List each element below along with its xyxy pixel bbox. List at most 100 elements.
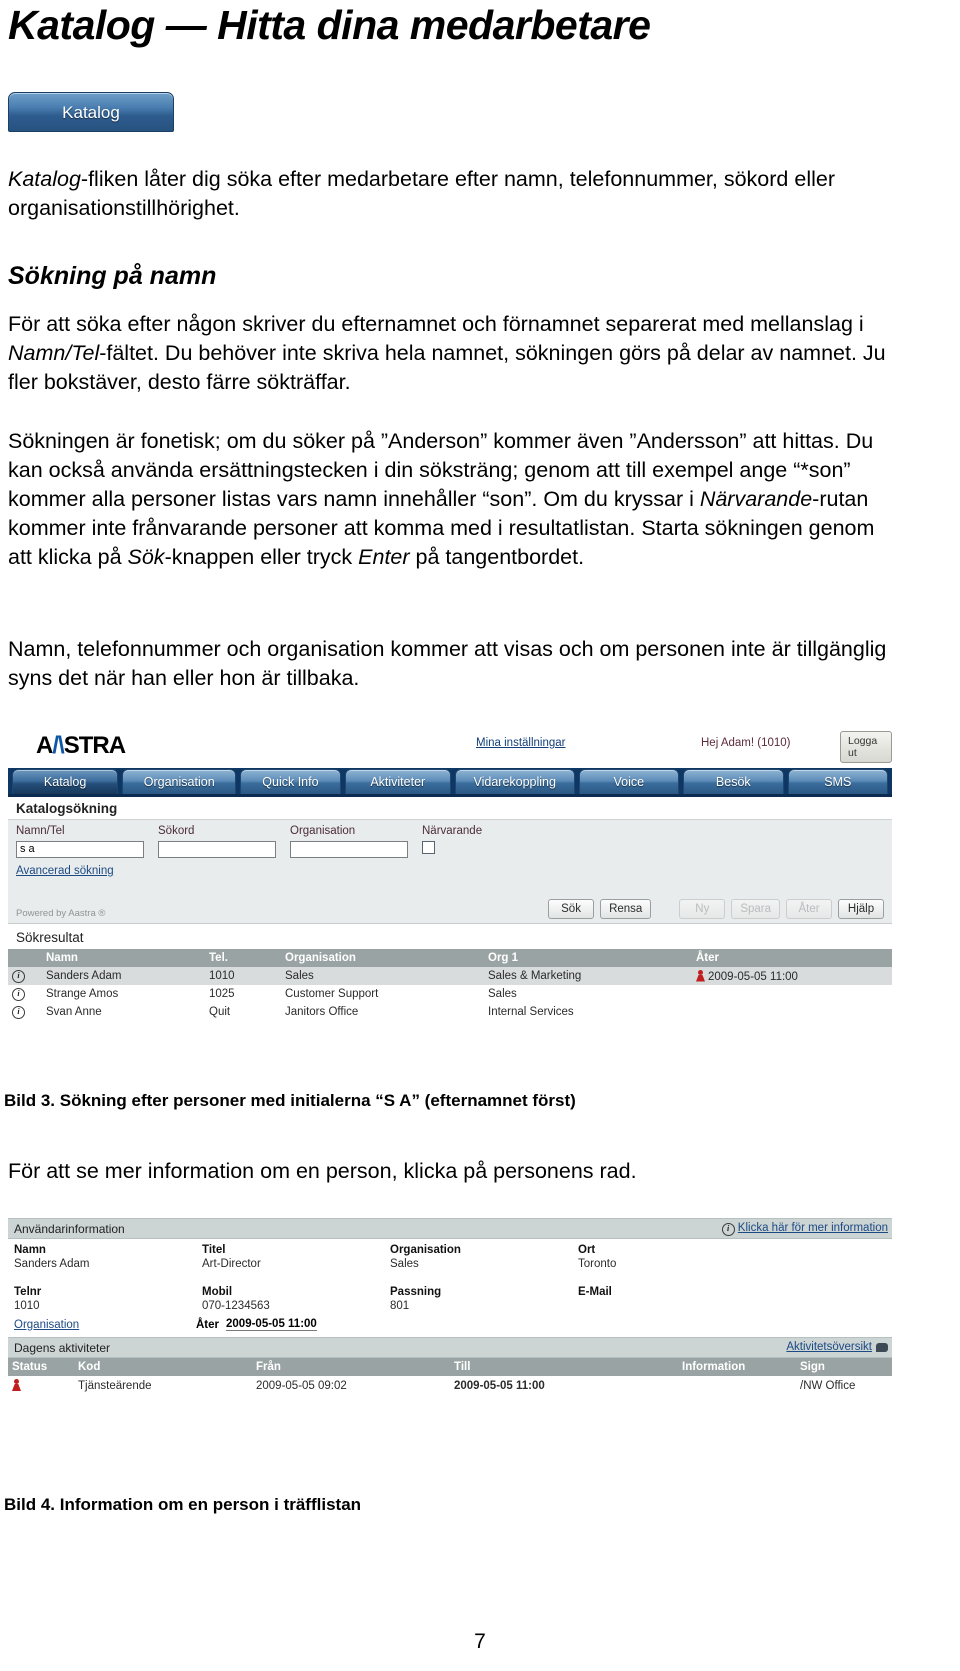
hjalp-button[interactable]: Hjälp [838, 899, 884, 919]
user-info-value-row-2: 1010 070-1234563 801 [8, 1299, 892, 1313]
screenshot-bild3: A/\STRA Mina inställningar Hej Adam! (10… [8, 724, 892, 1079]
label-ort: Ort [578, 1244, 596, 1256]
row-org1: Sales [488, 988, 517, 1000]
pawn-icon [696, 969, 705, 982]
tab-katalog[interactable]: Katalog [12, 769, 119, 794]
col-namn: Namn [42, 949, 205, 967]
row-info-icon-cell[interactable]: i [8, 985, 42, 1003]
search-input-sokord[interactable] [158, 840, 276, 858]
cell-kod: Tjänsteärende [78, 1379, 152, 1392]
table-row[interactable]: i Sanders Adam 1010 Sales Sales & Market… [8, 967, 892, 985]
field-narvarande: Närvarande [422, 825, 482, 859]
ater-value: 2009-05-05 11:00 [226, 1318, 317, 1331]
paragraph-name-search: För att söka efter någon skriver du efte… [8, 312, 886, 394]
table-row[interactable]: i Svan Anne Quit Janitors Office Interna… [8, 1003, 892, 1021]
tab-sms[interactable]: SMS [787, 769, 888, 794]
col-organisation: Organisation [281, 949, 484, 967]
activities-header-row: Status Kod Från Till Information Sign [8, 1358, 892, 1376]
tab-aktiviteter[interactable]: Aktiviteter [344, 769, 451, 794]
search-form-row: Namn/Tel Sökord Organisation Närvarande [16, 825, 884, 859]
table-header-row: Namn Tel. Organisation Org 1 Åter [8, 949, 892, 967]
organisation-ater-row: Organisation Åter 2009-05-05 11:00 [8, 1315, 892, 1337]
label-titel: Titel [202, 1244, 226, 1256]
sokresultat-title: Sökresultat [8, 924, 892, 949]
document-page: Katalog — Hitta dina medarbetare Katalog… [0, 0, 960, 1671]
info-icon[interactable]: i [12, 1006, 25, 1019]
row-organisation: Customer Support [285, 988, 379, 1000]
tab-vidarekoppling[interactable]: Vidarekoppling [454, 769, 575, 794]
sok-button[interactable]: Sök [548, 899, 595, 919]
more-info-area[interactable]: i Klicka här för mer information [721, 1222, 888, 1236]
field-namn-tel-label: Namn/Tel [16, 825, 65, 837]
section-heading-sokning-pa-namn: Sökning på namn [8, 262, 217, 290]
page-title: Katalog — Hitta dina medarbetare [8, 2, 651, 48]
tab-voice[interactable]: Voice [578, 769, 680, 794]
advanced-search-link[interactable]: Avancerad sökning [16, 865, 114, 877]
caption-bild4: Bild 4. Information om en person i träff… [4, 1495, 362, 1514]
cell-sign: /NW Office [800, 1379, 856, 1392]
screenshot-bild4: Användarinformation i Klicka här för mer… [8, 1218, 892, 1483]
tab-organisation[interactable]: Organisation [122, 769, 237, 794]
col-fran: Från [252, 1358, 450, 1376]
paragraph-phonetic-search: Sökningen är fonetisk; om du söker på ”A… [8, 429, 875, 569]
info-icon[interactable]: i [12, 988, 25, 1001]
ny-button[interactable]: Ny [679, 899, 726, 919]
ater-label: Åter [196, 1318, 220, 1331]
value-telnr: 1010 [14, 1300, 40, 1312]
logout-button[interactable]: Logga ut [840, 731, 892, 763]
row-org1: Sales & Marketing [484, 967, 692, 985]
activities-bar: Dagens aktiviteter Aktivitetsöversikt [8, 1337, 892, 1358]
tab-besok[interactable]: Besök [683, 769, 784, 794]
activity-overview-link[interactable]: Aktivitetsöversikt [786, 1341, 872, 1353]
row-org1: Internal Services [488, 1006, 574, 1018]
col-ater: Åter [692, 949, 892, 967]
user-info-bar-title: Användarinformation [14, 1222, 125, 1236]
more-info-link[interactable]: Klicka här för mer information [738, 1222, 888, 1234]
row-info-icon-cell[interactable]: i [8, 967, 42, 985]
user-info-value-row-1: Sanders Adam Art-Director Sales Toronto [8, 1257, 892, 1271]
page-number: 7 [474, 1630, 486, 1653]
paragraph-click-row: För att se mer information om en person,… [8, 1159, 637, 1183]
info-icon[interactable]: i [12, 970, 25, 983]
organisation-link[interactable]: Organisation [14, 1319, 196, 1331]
value-email [572, 1299, 760, 1313]
value-passning: 801 [390, 1300, 410, 1312]
label-email: E-Mail [578, 1286, 612, 1298]
ater-button[interactable]: Åter [786, 899, 832, 919]
cell-till: 2009-05-05 11:00 [454, 1379, 545, 1392]
search-results-table: Namn Tel. Organisation Org 1 Åter i Sand… [8, 949, 892, 1021]
row-info-icon-cell[interactable]: i [8, 1003, 42, 1021]
field-organisation-label: Organisation [290, 825, 356, 837]
field-narvarande-label: Närvarande [422, 825, 483, 837]
pawn-icon [12, 1379, 21, 1391]
cell-status [8, 1376, 74, 1395]
app-header: A/\STRA Mina inställningar Hej Adam! (10… [8, 724, 892, 768]
tab-quick-info[interactable]: Quick Info [240, 769, 341, 794]
col-till: Till [450, 1358, 678, 1376]
row-ater [692, 1003, 892, 1021]
narvarande-checkbox[interactable] [422, 841, 435, 854]
cell-information [678, 1376, 796, 1395]
value-namn: Sanders Adam [14, 1258, 90, 1270]
cell-fran: 2009-05-05 09:02 [256, 1379, 347, 1392]
search-input-namn-tel[interactable] [16, 840, 144, 858]
activities-overview-area[interactable]: Aktivitetsöversikt [786, 1341, 888, 1353]
powered-by-label: Powered by Aastra ® [16, 908, 106, 919]
row-namn: Sanders Adam [42, 967, 205, 985]
field-sokord: Sökord [158, 825, 276, 858]
activities-row[interactable]: Tjänsteärende 2009-05-05 09:02 2009-05-0… [8, 1376, 892, 1395]
col-icon [8, 949, 42, 967]
table-row[interactable]: i Strange Amos 1025 Customer Support Sal… [8, 985, 892, 1003]
my-settings-link[interactable]: Mina inställningar [476, 737, 566, 749]
search-input-organisation[interactable] [290, 840, 408, 858]
label-namn: Namn [14, 1244, 46, 1256]
value-titel: Art-Director [202, 1258, 261, 1270]
spara-button[interactable]: Spara [731, 899, 780, 919]
rensa-button[interactable]: Rensa [600, 899, 652, 919]
row-tel: 1025 [209, 988, 235, 1000]
activities-table: Status Kod Från Till Information Sign Tj… [8, 1358, 892, 1395]
col-status: Status [8, 1358, 74, 1376]
search-button-strip: Powered by Aastra ® Sök Rensa Ny Spara Å… [8, 885, 892, 924]
col-org1: Org 1 [484, 949, 692, 967]
